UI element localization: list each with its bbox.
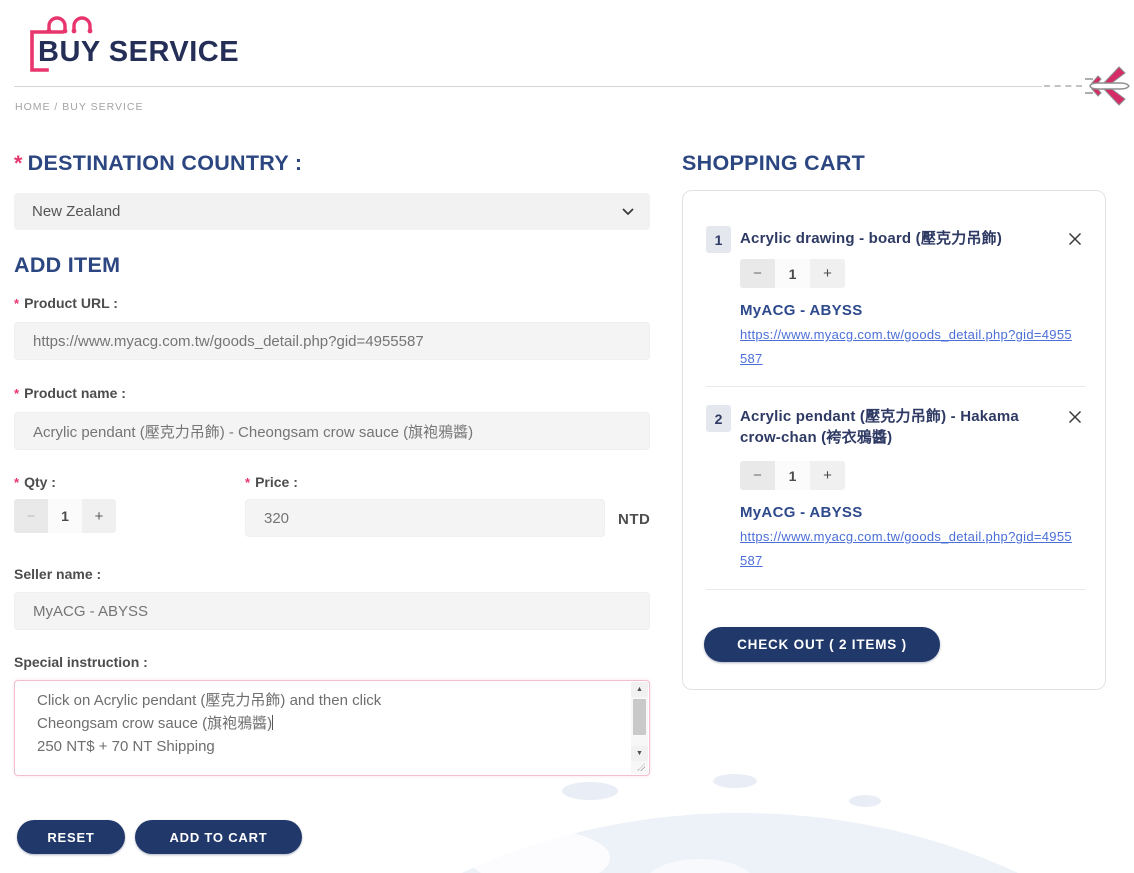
destination-country-value: New Zealand bbox=[32, 203, 622, 220]
divider bbox=[706, 386, 1085, 387]
airplane-icon bbox=[1082, 62, 1130, 110]
special-instruction-textarea[interactable]: Click on Acrylic pendant (壓克力吊飾) and the… bbox=[14, 680, 650, 776]
remove-item-icon[interactable] bbox=[1067, 231, 1083, 247]
cart-item-url-link[interactable]: https://www.myacg.com.tw/goods_detail.ph… bbox=[740, 525, 1072, 573]
cart-item-seller: MyACG - ABYSS bbox=[740, 504, 863, 521]
cart-qty-decrease-button[interactable]: − bbox=[740, 461, 775, 490]
qty-stepper: − 1 + bbox=[14, 499, 116, 533]
world-map-background bbox=[0, 763, 1134, 873]
breadcrumb-home-link[interactable]: HOME bbox=[15, 101, 51, 113]
cart-qty-stepper: − 1 + bbox=[740, 259, 845, 288]
qty-label: *Qty : bbox=[14, 474, 56, 490]
checkout-button[interactable]: CHECK OUT ( 2 ITEMS ) bbox=[704, 627, 940, 662]
buy-service-page: BUY SERVICE HOME / BUY SERVICE *DESTINAT… bbox=[0, 0, 1134, 873]
chevron-down-icon bbox=[622, 208, 634, 216]
cart-item-seller: MyACG - ABYSS bbox=[740, 302, 863, 319]
seller-name-input[interactable] bbox=[14, 592, 650, 630]
textarea-scrollbar[interactable]: ▲ ▼ bbox=[631, 682, 648, 774]
special-instruction-label: Special instruction : bbox=[14, 654, 148, 670]
resize-grip-icon[interactable] bbox=[631, 761, 648, 774]
shopping-cart-heading: SHOPPING CART bbox=[682, 151, 865, 176]
text-cursor bbox=[272, 715, 273, 730]
add-to-cart-button[interactable]: ADD TO CART bbox=[135, 820, 302, 854]
header-divider-dashed bbox=[1044, 85, 1082, 87]
qty-increase-button[interactable]: + bbox=[82, 499, 116, 533]
scrollbar-thumb[interactable] bbox=[633, 699, 646, 735]
breadcrumb-current: BUY SERVICE bbox=[62, 101, 143, 113]
page-title: BUY SERVICE bbox=[38, 36, 239, 69]
cart-item-number: 2 bbox=[706, 405, 731, 432]
cart-item-number: 1 bbox=[706, 226, 731, 253]
cart-qty-increase-button[interactable]: + bbox=[810, 461, 845, 490]
add-item-heading: ADD ITEM bbox=[14, 253, 120, 278]
cart-item-url-link[interactable]: https://www.myacg.com.tw/goods_detail.ph… bbox=[740, 323, 1072, 371]
product-url-label: *Product URL : bbox=[14, 295, 118, 311]
cart-item-name: Acrylic drawing - board (壓克力吊飾) bbox=[740, 228, 1045, 249]
currency-label: NTD bbox=[618, 511, 650, 528]
product-name-input[interactable] bbox=[14, 412, 650, 450]
price-input[interactable] bbox=[245, 499, 605, 537]
required-asterisk: * bbox=[14, 151, 23, 175]
destination-country-select[interactable]: New Zealand bbox=[14, 193, 650, 230]
seller-name-label: Seller name : bbox=[14, 566, 101, 582]
product-url-input[interactable] bbox=[14, 322, 650, 360]
qty-value: 1 bbox=[48, 499, 82, 533]
cart-qty-value: 1 bbox=[775, 259, 810, 288]
destination-country-heading: *DESTINATION COUNTRY : bbox=[14, 151, 302, 176]
cart-qty-value: 1 bbox=[775, 461, 810, 490]
shopping-cart-panel: 1 Acrylic drawing - board (壓克力吊飾) − 1 + … bbox=[682, 190, 1106, 690]
divider bbox=[706, 589, 1085, 590]
remove-item-icon[interactable] bbox=[1067, 409, 1083, 425]
header-divider bbox=[14, 86, 1042, 87]
cart-qty-decrease-button[interactable]: − bbox=[740, 259, 775, 288]
qty-decrease-button[interactable]: − bbox=[14, 499, 48, 533]
product-name-label: *Product name : bbox=[14, 385, 126, 401]
cart-item-name: Acrylic pendant (壓克力吊飾) - Hakama crow-ch… bbox=[740, 406, 1045, 448]
cart-qty-stepper: − 1 + bbox=[740, 461, 845, 490]
cart-qty-increase-button[interactable]: + bbox=[810, 259, 845, 288]
scroll-down-icon[interactable]: ▼ bbox=[631, 746, 648, 761]
price-label: *Price : bbox=[245, 474, 298, 490]
reset-button[interactable]: RESET bbox=[17, 820, 125, 854]
special-instruction-text: Click on Acrylic pendant (壓克力吊飾) and the… bbox=[37, 689, 625, 758]
breadcrumb-separator: / bbox=[54, 101, 58, 113]
scroll-up-icon[interactable]: ▲ bbox=[631, 682, 648, 697]
breadcrumb: HOME / BUY SERVICE bbox=[15, 101, 144, 113]
